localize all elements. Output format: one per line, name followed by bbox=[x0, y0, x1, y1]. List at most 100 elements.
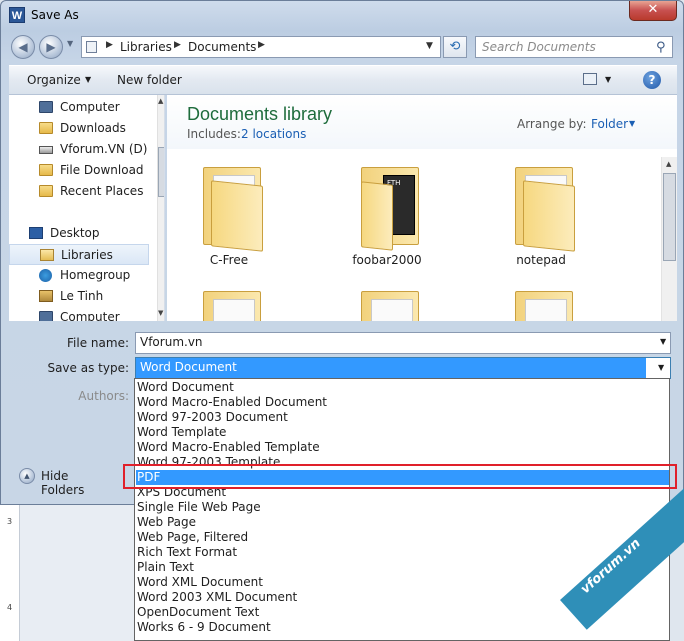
nav-item-downloads[interactable]: Downloads bbox=[9, 118, 149, 139]
nav-item-label: Libraries bbox=[61, 248, 113, 262]
nav-item-vforum-drive[interactable]: Vforum.VN (D) bbox=[9, 139, 149, 160]
folder-label: notepad bbox=[516, 253, 566, 267]
ruler-number: 3 bbox=[7, 517, 13, 526]
library-title: Documents library bbox=[187, 104, 333, 124]
type-option-word-macro-enabled-document[interactable]: Word Macro-Enabled Document bbox=[136, 395, 669, 410]
homegroup-icon bbox=[39, 269, 52, 282]
folder-icon bbox=[39, 185, 53, 197]
save-as-type-select[interactable]: Word Document ▼ bbox=[135, 357, 671, 379]
new-folder-button[interactable]: New folder bbox=[117, 73, 182, 87]
type-option-rich-text-format[interactable]: Rich Text Format bbox=[136, 545, 669, 560]
nav-item-computer-2[interactable]: Computer bbox=[9, 307, 149, 321]
document-background bbox=[20, 505, 134, 641]
address-bar[interactable]: ▶ Libraries ▶ Documents ▶ ▼ bbox=[81, 36, 441, 58]
authors-label: Authors: bbox=[78, 389, 129, 403]
collapse-up-icon: ▲ bbox=[19, 468, 35, 484]
file-list-pane: Documents library Includes: 2 locations … bbox=[167, 95, 677, 321]
file-name-chevron-down-icon[interactable]: ▼ bbox=[660, 337, 666, 346]
nav-item-label: Desktop bbox=[50, 226, 100, 240]
nav-item-homegroup[interactable]: Homegroup bbox=[9, 265, 149, 286]
nav-item-label: Vforum.VN (D) bbox=[60, 142, 148, 156]
computer-icon bbox=[39, 101, 53, 113]
type-option-word-document[interactable]: Word Document bbox=[136, 380, 669, 395]
type-option-word-template[interactable]: Word Template bbox=[136, 425, 669, 440]
window-title: Save As bbox=[31, 8, 79, 22]
vertical-ruler: 3 4 bbox=[0, 505, 20, 641]
save-as-type-chevron-down-icon[interactable]: ▼ bbox=[658, 363, 664, 372]
drive-icon bbox=[39, 146, 53, 154]
computer-icon bbox=[39, 311, 53, 321]
nav-item-label: Computer bbox=[60, 310, 120, 321]
locations-link[interactable]: 2 locations bbox=[241, 127, 306, 141]
folder-item-notepad[interactable]: notepad bbox=[493, 157, 589, 277]
command-bar: Organize ▼ New folder ▼ ? bbox=[9, 65, 677, 95]
folder-item-c-free[interactable]: C-Free bbox=[181, 157, 277, 277]
forward-button[interactable]: ▶ bbox=[39, 35, 63, 59]
arrange-chevron-down-icon[interactable]: ▼ bbox=[629, 119, 635, 128]
type-option-word-macro-enabled-template[interactable]: Word Macro-Enabled Template bbox=[136, 440, 669, 455]
folder-item-foobar2000[interactable]: FTH foobar2000 bbox=[339, 157, 435, 277]
arrange-by-label: Arrange by: bbox=[517, 117, 587, 131]
hide-folders-label: Hide Folders bbox=[41, 469, 85, 497]
folder-item[interactable] bbox=[181, 281, 277, 321]
file-name-field[interactable]: Vforum.vn ▼ bbox=[135, 332, 671, 354]
address-dropdown-chevron-down-icon[interactable]: ▼ bbox=[426, 41, 433, 51]
search-placeholder: Search Documents bbox=[482, 40, 596, 54]
pdf-annotation-box bbox=[123, 464, 677, 489]
folder-item[interactable] bbox=[339, 281, 435, 321]
ruler-number: 4 bbox=[7, 603, 13, 612]
close-button[interactable]: ✕ bbox=[629, 1, 677, 21]
scroll-up-icon[interactable]: ▲ bbox=[158, 97, 163, 105]
help-button[interactable]: ? bbox=[643, 71, 661, 89]
desktop-icon bbox=[29, 227, 43, 239]
breadcrumb-documents[interactable]: Documents bbox=[188, 40, 256, 54]
scrollbar-thumb[interactable] bbox=[663, 173, 676, 261]
breadcrumb-separator-icon[interactable]: ▶ bbox=[106, 40, 113, 50]
nav-item-file-download[interactable]: File Download bbox=[9, 160, 149, 181]
user-folder-icon bbox=[39, 290, 53, 302]
scrollbar-thumb[interactable] bbox=[158, 147, 164, 197]
type-option-single-file-web-page[interactable]: Single File Web Page bbox=[136, 500, 669, 515]
library-header: Documents library Includes: 2 locations … bbox=[167, 95, 677, 149]
type-option-web-page-filtered[interactable]: Web Page, Filtered bbox=[136, 530, 669, 545]
nav-item-libraries[interactable]: Libraries bbox=[9, 244, 149, 265]
nav-item-desktop[interactable]: Desktop bbox=[9, 223, 149, 244]
nav-item-label: Recent Places bbox=[60, 184, 144, 198]
scroll-down-icon[interactable]: ▼ bbox=[158, 309, 163, 317]
breadcrumb-separator-icon[interactable]: ▶ bbox=[174, 40, 181, 50]
organize-button[interactable]: Organize bbox=[27, 73, 81, 87]
nav-pane-scrollbar[interactable]: ▲ ▼ bbox=[157, 95, 164, 321]
nav-item-recent-places[interactable]: Recent Places bbox=[9, 181, 149, 202]
nav-item-le-tinh[interactable]: Le Tinh bbox=[9, 286, 149, 307]
arrange-by-value[interactable]: Folder bbox=[591, 117, 628, 131]
nav-item-computer[interactable]: Computer bbox=[9, 97, 149, 118]
refresh-button[interactable]: ⟲ bbox=[443, 36, 467, 58]
word-app-icon: W bbox=[9, 7, 25, 23]
recent-locations-chevron-down-icon[interactable]: ▼ bbox=[67, 39, 73, 48]
back-button[interactable]: ◀ bbox=[11, 35, 35, 59]
file-name-label: File name: bbox=[67, 336, 129, 350]
folder-icon bbox=[39, 164, 53, 176]
file-list-scrollbar[interactable]: ▲ bbox=[661, 157, 677, 321]
breadcrumb-separator-icon[interactable]: ▶ bbox=[258, 40, 265, 50]
nav-item-label: File Download bbox=[60, 163, 144, 177]
search-icon[interactable]: ⚲ bbox=[656, 40, 666, 55]
nav-item-label: Homegroup bbox=[60, 268, 131, 282]
file-name-value[interactable]: Vforum.vn bbox=[140, 335, 203, 349]
search-input[interactable]: Search Documents ⚲ bbox=[475, 36, 673, 58]
nav-item-label: Computer bbox=[60, 100, 120, 114]
organize-chevron-down-icon[interactable]: ▼ bbox=[85, 75, 91, 84]
nav-item-label: Downloads bbox=[60, 121, 126, 135]
type-option-web-page[interactable]: Web Page bbox=[136, 515, 669, 530]
nav-item-label: Le Tinh bbox=[60, 289, 104, 303]
type-option-word-97-2003-document[interactable]: Word 97-2003 Document bbox=[136, 410, 669, 425]
folder-label: C-Free bbox=[209, 253, 249, 267]
view-options-chevron-down-icon[interactable]: ▼ bbox=[605, 75, 611, 84]
libraries-icon bbox=[40, 249, 54, 261]
folder-item[interactable] bbox=[493, 281, 589, 321]
save-as-type-value[interactable]: Word Document bbox=[136, 358, 646, 378]
change-view-icon[interactable] bbox=[583, 73, 597, 85]
breadcrumb-libraries[interactable]: Libraries bbox=[120, 40, 172, 54]
scroll-up-icon[interactable]: ▲ bbox=[666, 160, 671, 168]
title-bar: W Save As ✕ bbox=[1, 1, 684, 31]
